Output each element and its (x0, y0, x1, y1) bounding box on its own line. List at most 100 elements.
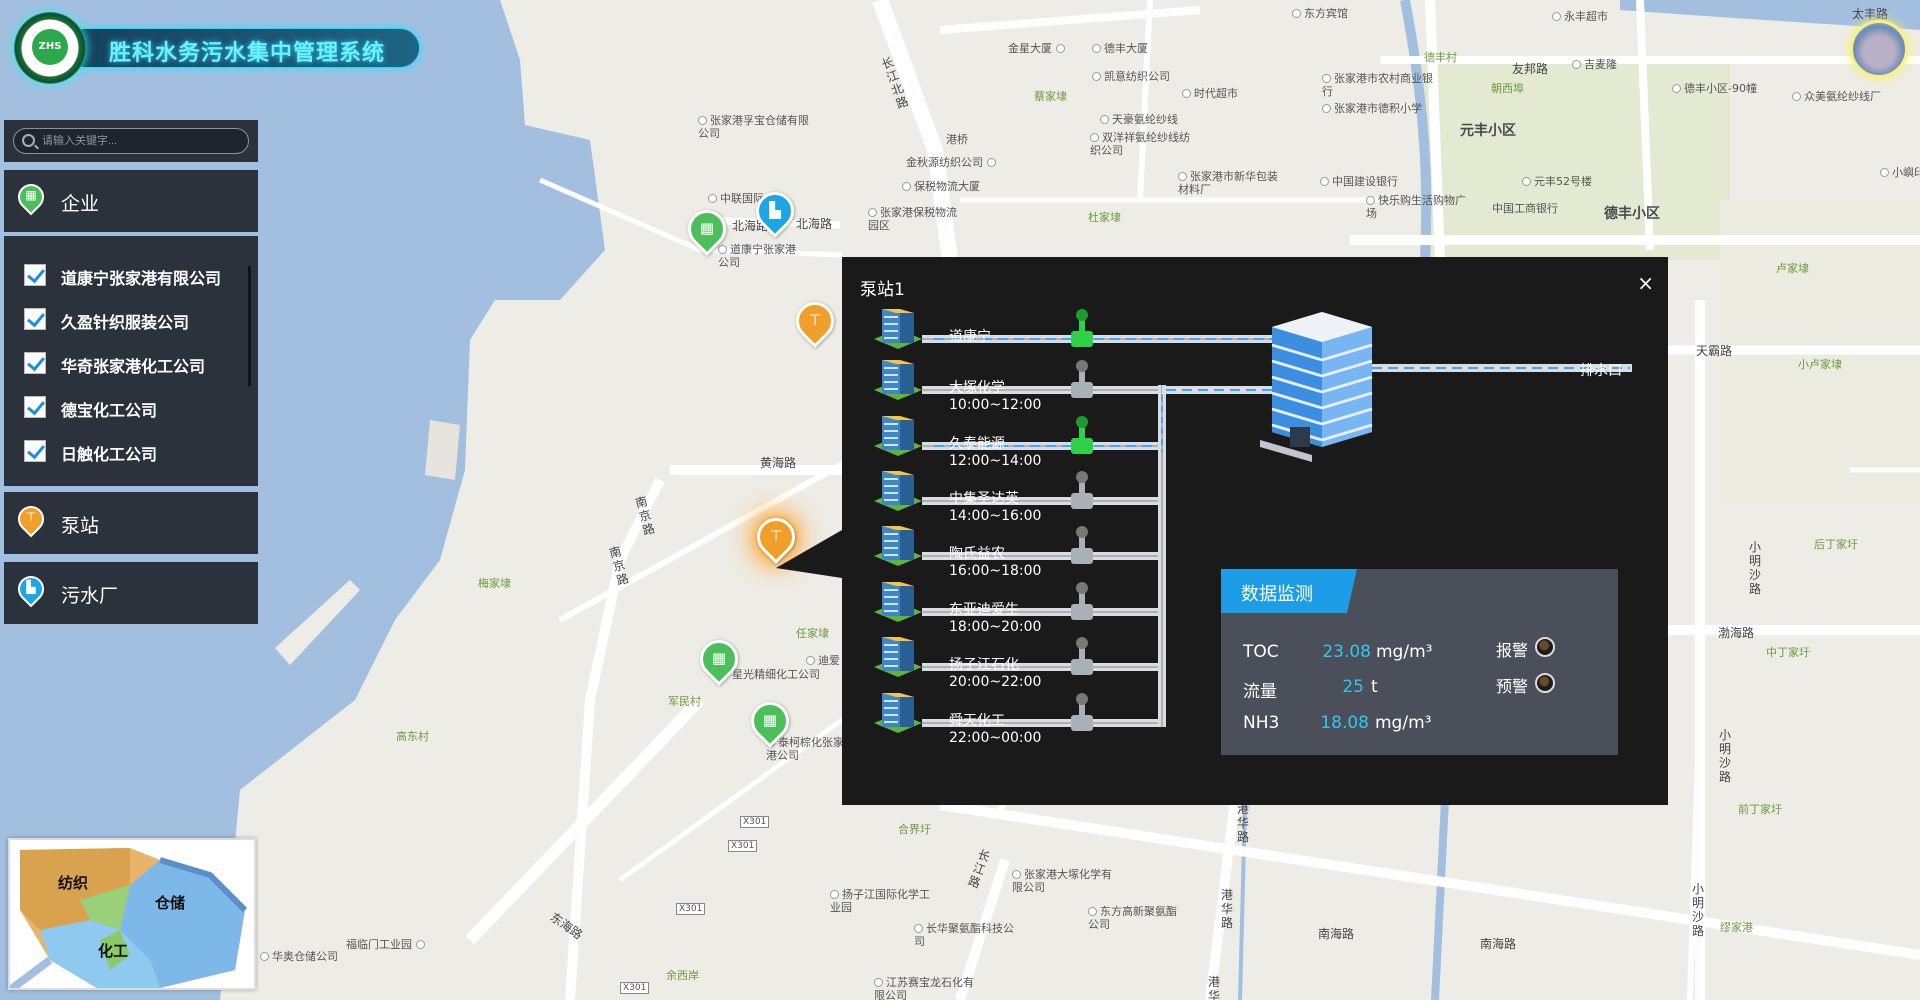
enterprise-checkbox[interactable] (24, 352, 46, 374)
search-icon[interactable] (22, 134, 35, 147)
building-icon (900, 475, 914, 505)
user-avatar[interactable] (1850, 20, 1908, 78)
map-label: X301 (620, 982, 650, 994)
station-time: 10:00~12:00 (949, 397, 1042, 413)
nav-wastewater-label: 污水厂 (61, 585, 119, 607)
station-name: 中集圣达英 (949, 491, 1019, 507)
search-input[interactable] (42, 132, 242, 150)
map-label: 德丰村 (1424, 51, 1457, 64)
enterprise-checkbox[interactable] (24, 396, 46, 418)
close-icon[interactable]: × (1637, 271, 1654, 295)
map-label: 天豪氨纶纱线 (1100, 113, 1178, 126)
pump-station-marker[interactable]: ⊤ (788, 294, 842, 352)
enterprise-marker[interactable]: ▦ (692, 632, 746, 690)
valve-icon (1071, 659, 1093, 675)
monitor-header: 数据监测 (1221, 569, 1357, 613)
map-label: 后丁家圩 (1814, 538, 1858, 551)
map-label: 保税物流大厦 (902, 180, 980, 193)
valve-icon: ⊤ (808, 311, 822, 329)
logo-emblem: ZHS (32, 29, 68, 65)
search-box[interactable] (13, 128, 249, 154)
nav-pump-station[interactable]: ⊤ 泵站 (4, 492, 258, 554)
search-panel (4, 120, 258, 162)
map-label: 迪爱 (806, 654, 840, 667)
map-label: 东方高新聚氨酯公司 (1088, 905, 1177, 931)
map-label: 众美氨纶纱线厂 (1792, 90, 1881, 103)
station-name: 久泰能源 (949, 436, 1005, 452)
enterprise-marker[interactable]: ▦ (680, 202, 734, 260)
valve-icon (1076, 471, 1088, 483)
nav-enterprise-label: 企业 (61, 193, 100, 215)
building-icon: ▦ (762, 711, 778, 729)
alarm-label: 报警 (1496, 641, 1529, 660)
map-label: 道康宁张家港公司 (718, 243, 796, 269)
map-label: 江苏赛宝龙石化有限公司 (874, 976, 974, 1000)
map-label: 金星大厦 (1008, 42, 1068, 55)
station-name: 东亚迪爱生 (949, 602, 1019, 618)
nav-wastewater-plant[interactable]: ▙ 污水厂 (4, 562, 258, 624)
inset-label-chemical: 化工 (98, 942, 129, 960)
plant-building-face (1322, 327, 1372, 447)
metric-unit-flow: t (1371, 677, 1378, 697)
district-overview-map[interactable]: 纺织 仓储 化工 (8, 838, 256, 990)
map-label: 华奥仓储公司 (260, 950, 338, 963)
map-label: 中国工商银行 (1492, 202, 1558, 215)
station-name: 陶氏益农 (949, 546, 1005, 562)
map-label: 港华路 (1220, 888, 1233, 930)
map-label: X301 (676, 903, 706, 915)
inset-label-textile: 纺织 (58, 874, 89, 892)
pump-station-popup: 泵站1 × 排水口 道康宁 大塚化学 10:00~12:00 久泰能源 12:0… (842, 257, 1668, 805)
app-title: 胜科水务污水集中管理系统 (109, 41, 386, 66)
valve-icon (1071, 438, 1093, 454)
title-bar: 胜科水务污水集中管理系统 (64, 28, 420, 68)
enterprise-label: 德宝化工公司 (61, 401, 158, 420)
building-icon (900, 420, 914, 450)
station-name: 大塚化学 (949, 380, 1005, 396)
enterprise-label: 道康宁张家港有限公司 (61, 269, 222, 288)
valve-icon (1076, 693, 1088, 705)
wastewater-plant-marker[interactable]: ▙ (748, 184, 802, 242)
metric-name-flow: 流量 (1243, 682, 1277, 702)
enterprise-label: 久盈针织服装公司 (61, 313, 190, 332)
map-label: 天霸路 (1696, 344, 1733, 358)
metric-name-nh3: NH3 (1243, 713, 1280, 733)
nav-pump-label: 泵站 (61, 515, 100, 537)
map-label: 吉麦隆 (1572, 58, 1617, 71)
enterprise-checkbox[interactable] (24, 308, 46, 330)
station-time: 22:00~00:00 (949, 730, 1042, 746)
map-label: 渤海路 (1718, 626, 1755, 640)
nav-enterprise[interactable]: ▦ 企业 (4, 170, 258, 232)
map-label: 蔡家埭 (1034, 90, 1067, 103)
collector-highlight (1161, 385, 1163, 727)
metric-value-nh3: 18.08 (1320, 713, 1369, 733)
metric-name-toc: TOC (1243, 642, 1279, 662)
map-label: X301 (728, 840, 758, 852)
map-label: 小嶼印 (1880, 166, 1920, 179)
map-label: 张家港市德积小学 (1322, 102, 1422, 115)
wastewater-pin-icon: ▙ (12, 570, 50, 610)
map-label: 张家港孚宝仓储有限公司 (698, 114, 809, 140)
map-label: 永丰超市 (1552, 10, 1608, 23)
map-label: 元丰52号楼 (1522, 175, 1592, 188)
map-label: 德丰小区 (1604, 206, 1660, 222)
valve-icon (1071, 604, 1093, 620)
valve-icon (1071, 382, 1093, 398)
building-icon (900, 530, 914, 560)
company-logo[interactable]: ZHS (14, 12, 86, 84)
outlet-label: 排水口 (1580, 363, 1622, 379)
enterprise-checkbox[interactable] (24, 440, 46, 462)
station-name: 扬子江石化 (949, 657, 1019, 673)
map-label: 友邦路 (1512, 62, 1549, 76)
valve-icon (1076, 360, 1088, 372)
list-scrollbar[interactable] (248, 266, 251, 386)
inset-label-storage: 仓储 (155, 894, 186, 912)
enterprise-label: 日触化工公司 (61, 445, 158, 464)
enterprise-checkbox[interactable] (24, 264, 46, 286)
enterprise-marker[interactable]: ▦ (743, 694, 797, 752)
monitor-title: 数据监测 (1241, 584, 1313, 605)
map-label: 德丰大厦 (1092, 42, 1148, 55)
valve-icon (1076, 526, 1088, 538)
station-time: 16:00~18:00 (949, 563, 1042, 579)
station-time: 14:00~16:00 (949, 508, 1042, 524)
metric-value-flow: 25 (1342, 677, 1364, 697)
